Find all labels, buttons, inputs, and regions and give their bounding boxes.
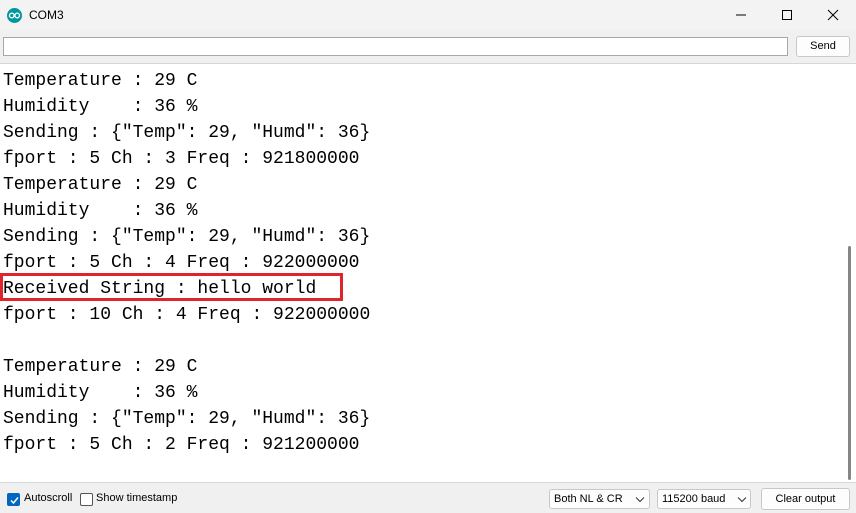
output-line: Temperature : 29 C — [3, 71, 198, 91]
chevron-down-icon — [635, 497, 645, 503]
minimize-button[interactable] — [718, 0, 764, 30]
output-line: Humidity : 36 % — [3, 201, 198, 221]
output-line: Humidity : 36 % — [3, 383, 198, 403]
output-line: fport : 10 Ch : 4 Freq : 922000000 — [3, 305, 371, 325]
send-input[interactable] — [3, 37, 788, 56]
clear-output-button[interactable]: Clear output — [761, 488, 850, 510]
output-line: Sending : {"Temp": 29, "Humd": 36} — [3, 227, 371, 247]
line-ending-select[interactable]: Both NL & CR — [549, 489, 650, 509]
scrollbar-thumb[interactable] — [848, 246, 851, 480]
output-line: Temperature : 29 C — [3, 175, 198, 195]
output-line: fport : 5 Ch : 3 Freq : 921800000 — [3, 149, 360, 169]
autoscroll-checkbox[interactable] — [7, 493, 20, 506]
output-line: Sending : {"Temp": 29, "Humd": 36} — [3, 123, 371, 143]
checkmark-icon — [10, 497, 19, 505]
baud-rate-value: 115200 baud — [662, 493, 726, 505]
output-lines: Temperature : 29 C Humidity : 36 % Sendi… — [3, 68, 370, 458]
baud-rate-select[interactable]: 115200 baud — [657, 489, 751, 509]
arduino-icon — [7, 8, 22, 23]
show-timestamp-label[interactable]: Show timestamp — [96, 492, 177, 504]
output-line: Sending : {"Temp": 29, "Humd": 36} — [3, 409, 371, 429]
status-bar: Autoscroll Show timestamp Both NL & CR 1… — [0, 483, 856, 513]
close-icon — [827, 9, 839, 21]
line-ending-value: Both NL & CR — [554, 493, 623, 505]
output-line: Humidity : 36 % — [3, 97, 198, 117]
output-line: Temperature : 29 C — [3, 357, 198, 377]
maximize-icon — [782, 10, 792, 20]
send-button[interactable]: Send — [796, 36, 850, 57]
highlight-box — [0, 273, 343, 301]
autoscroll-label[interactable]: Autoscroll — [24, 492, 72, 504]
chevron-down-icon — [737, 497, 747, 503]
show-timestamp-checkbox[interactable] — [80, 493, 93, 506]
serial-output[interactable]: Temperature : 29 C Humidity : 36 % Sendi… — [0, 63, 856, 483]
serial-monitor-window: COM3 Send Temperature : 29 C Humidity : … — [0, 0, 856, 513]
output-line-empty — [3, 328, 370, 354]
close-button[interactable] — [810, 0, 856, 30]
maximize-button[interactable] — [764, 0, 810, 30]
output-line: fport : 5 Ch : 2 Freq : 921200000 — [3, 435, 360, 455]
title-bar[interactable]: COM3 — [0, 0, 856, 30]
minimize-icon — [736, 14, 746, 16]
window-title: COM3 — [29, 8, 64, 22]
